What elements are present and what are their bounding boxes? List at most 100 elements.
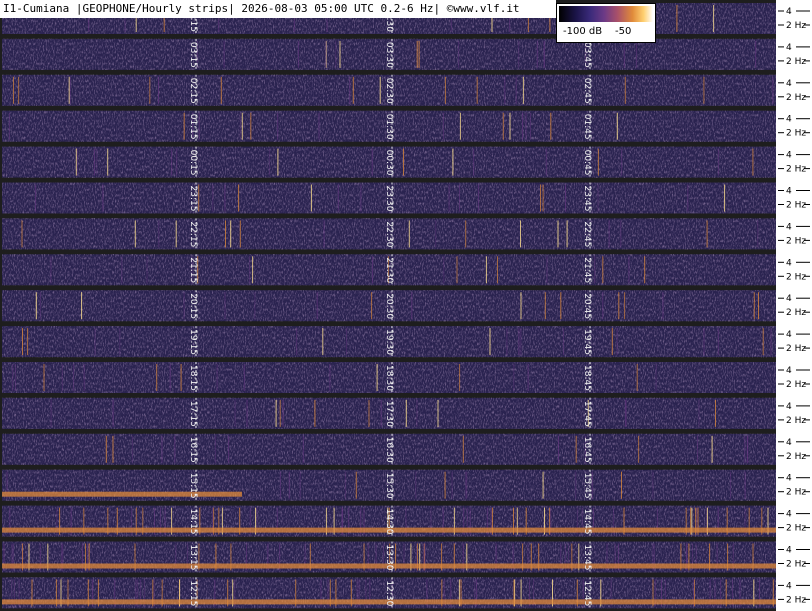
time-label: 20:15 (188, 293, 198, 319)
time-label: 13:30 (384, 545, 394, 571)
spectral-spike (717, 328, 719, 356)
spectral-spike (349, 76, 351, 104)
spectral-spike (443, 256, 445, 284)
y-tick-label: 2 Hz (786, 93, 806, 103)
time-label: 12:30 (384, 580, 394, 606)
spectral-spike (234, 399, 236, 427)
time-label: 21:45 (582, 257, 592, 283)
spectral-spike (485, 256, 487, 284)
spectral-spike (21, 220, 23, 248)
spectral-spike (437, 399, 439, 427)
colorbar-min-label: -100 dB (563, 26, 603, 37)
chart-title: I1-Cumiana |GEOPHONE/Hourly strips| 2026… (0, 0, 556, 18)
spectral-spike (243, 364, 245, 391)
y-tick-label: 2 Hz (786, 21, 806, 31)
spectral-spike (239, 112, 241, 140)
spectral-spike (602, 292, 604, 320)
spectral-spike (379, 76, 381, 104)
y-tick-label: 4 (786, 7, 792, 17)
spectral-spike (239, 220, 241, 248)
time-label: 13:45 (582, 545, 592, 571)
time-label: 23:30 (384, 186, 394, 212)
spectral-spike (711, 435, 713, 463)
spectral-spike (542, 184, 544, 212)
spectral-spike (452, 148, 454, 176)
spectral-spike (489, 328, 491, 356)
time-label: 19:15 (188, 329, 198, 355)
spectral-spike (697, 435, 698, 463)
spectral-spike (744, 471, 746, 499)
spectral-spike (744, 435, 746, 463)
spectral-spike (416, 40, 418, 68)
spectral-spike (176, 148, 178, 176)
spectral-spike (121, 256, 123, 284)
spectral-spike (314, 399, 316, 427)
y-tick-label: 4 (786, 79, 792, 89)
spectral-spike (230, 220, 232, 248)
time-label: 17:15 (188, 401, 198, 427)
spectral-spike (520, 328, 522, 356)
spectral-spike (515, 76, 517, 104)
spectral-spike (758, 292, 759, 320)
time-label: 02:15 (188, 78, 198, 104)
spectral-spike (238, 184, 240, 212)
spectral-spike (522, 112, 524, 140)
spectral-spike (277, 148, 279, 176)
y-tick-label: 4 (786, 115, 792, 125)
spectral-spike (608, 220, 610, 248)
y-tick-label: 2 Hz (786, 165, 806, 175)
spectral-spike (322, 328, 324, 356)
y-tick-label: 4 (786, 474, 792, 484)
spectral-spike (698, 399, 700, 427)
spectral-spike (380, 399, 382, 427)
time-label: 16:15 (188, 437, 198, 463)
spectral-spike (518, 328, 520, 356)
spectral-spike (717, 148, 719, 176)
time-label: 00:15 (188, 150, 198, 176)
spectral-spike (706, 220, 708, 248)
spectral-spike (770, 328, 772, 356)
time-label: 15:30 (384, 473, 394, 499)
spectral-spike (344, 471, 346, 499)
spectral-spike (296, 328, 298, 356)
time-label: 14:45 (582, 509, 592, 535)
spectral-spike (730, 471, 732, 499)
spectral-spike (216, 364, 218, 391)
spectral-spike (476, 76, 478, 104)
y-tick-label: 2 Hz (786, 129, 806, 139)
spectral-spike (506, 328, 508, 356)
spectral-spike (76, 148, 78, 176)
spectral-spike (536, 40, 538, 68)
spectral-spike (50, 399, 52, 427)
spectral-spike (355, 471, 357, 499)
spectral-spike (112, 435, 114, 463)
spectral-spike (621, 148, 623, 176)
spectral-spike (522, 76, 524, 104)
spectral-spike (644, 256, 646, 284)
y-tick-label: 4 (786, 546, 792, 556)
spectral-spike (443, 112, 444, 140)
spectral-spike (575, 471, 577, 499)
spectral-spike (279, 399, 281, 427)
y-tick-label: 2 Hz (786, 308, 806, 318)
spectral-spike (687, 184, 689, 212)
spectral-spike (411, 292, 413, 320)
spectral-spike (180, 364, 182, 391)
spectral-spike (339, 40, 341, 68)
spectral-spike (277, 112, 279, 140)
spectral-spike (335, 40, 337, 68)
spectral-spike (713, 5, 715, 32)
spectral-spike (50, 256, 52, 284)
spectral-spike (509, 112, 511, 140)
spectral-spike (254, 292, 256, 320)
spectral-spike (625, 399, 627, 427)
spectral-spike (624, 292, 626, 320)
spectral-spike (131, 435, 133, 463)
time-label: 15:15 (188, 473, 198, 499)
spectral-spike (316, 292, 318, 320)
spectral-spike (83, 364, 85, 391)
spectral-spike (27, 328, 29, 356)
y-tick-label: 2 Hz (786, 560, 806, 570)
hourly-strips-plot: 04:15 04:30 42 Hz03:15 03:30 03:45 42 Hz02:15… (0, 0, 812, 611)
y-tick-label: 2 Hz (786, 201, 806, 211)
